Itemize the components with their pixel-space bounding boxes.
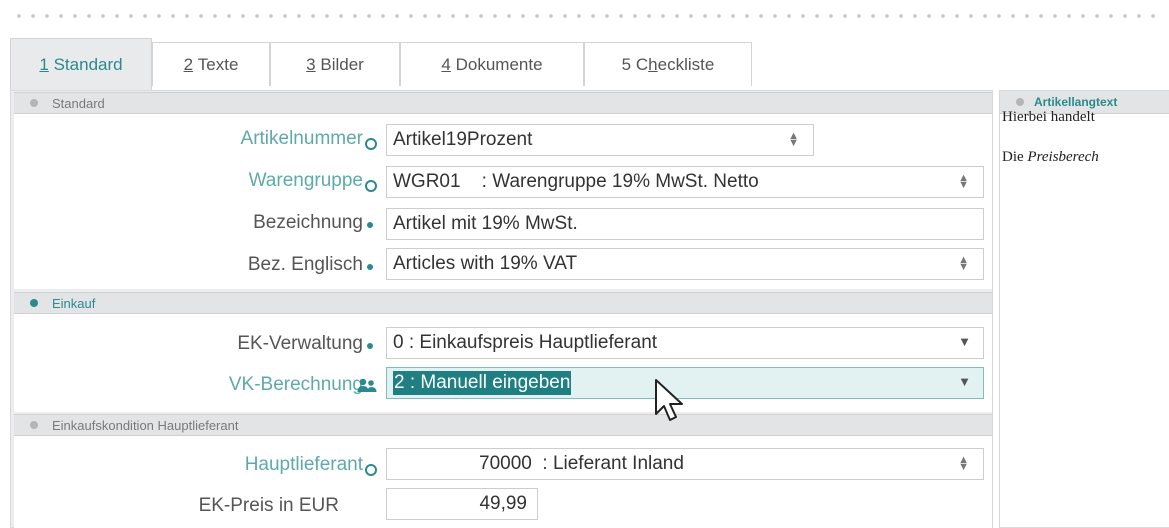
tab-standard[interactable]: 1 Standard — [10, 38, 152, 90]
ek-verwaltung-dropdown[interactable]: 0 : Einkaufspreis Hauptlieferant ▼ — [386, 327, 984, 359]
warengruppe-field[interactable]: WGR01 : Warengruppe 19% MwSt. Netto ▲ ▼ — [386, 166, 984, 198]
label-bezeichnung: Bezeichnung — [253, 212, 363, 233]
section-header-einkauf[interactable]: Einkauf — [14, 292, 992, 314]
long-text-line-1: Hierbei handelt — [1002, 109, 1095, 125]
caret-down-icon[interactable]: ▼ — [958, 374, 971, 389]
tab-texte[interactable]: 2 Texte — [152, 42, 270, 86]
collapse-dot-icon — [1016, 98, 1024, 106]
collapse-dot-icon — [30, 299, 38, 307]
spinner-icon[interactable]: ▲ ▼ — [958, 255, 969, 273]
section-header-standard[interactable]: Standard — [14, 92, 992, 114]
optional-ring-icon — [365, 464, 377, 476]
required-bullet-icon — [367, 343, 373, 349]
artikelnummer-field[interactable]: Artikel19Prozent ▲ ▼ — [386, 124, 814, 156]
label-ek-verwaltung: EK-Verwaltung — [237, 333, 363, 354]
ek-preis-field[interactable]: 49,99 — [386, 488, 538, 520]
collapse-dot-icon — [30, 421, 38, 429]
section-header-einkaufskondition[interactable]: Einkaufskondition Hauptlieferant — [14, 414, 992, 436]
bez-englisch-field[interactable]: Articles with 19% VAT ▲ ▼ — [386, 248, 984, 280]
users-icon — [357, 378, 377, 399]
mouse-cursor-icon — [654, 378, 690, 435]
hauptlieferant-field[interactable]: 70000 : Lieferant Inland ▲ ▼ — [386, 448, 984, 480]
tab-dokumente[interactable]: 4 Dokumente — [400, 42, 584, 86]
tab-checkliste[interactable]: 5 Ch eckliste — [584, 42, 752, 86]
caret-down-icon[interactable]: ▼ — [958, 334, 971, 349]
label-bez-englisch: Bez. Englisch — [247, 254, 363, 275]
required-bullet-icon — [367, 264, 373, 270]
tab-bilder[interactable]: 3 Bilder — [270, 42, 400, 86]
spinner-icon[interactable]: ▲ ▼ — [958, 455, 969, 473]
required-bullet-icon — [367, 222, 373, 228]
label-hauptlieferant: Hauptlieferant — [244, 454, 363, 475]
label-artikelnummer: Artikelnummer — [240, 128, 363, 149]
optional-ring-icon — [365, 180, 377, 192]
label-vk-berechnung: VK-Berechnung — [228, 374, 363, 395]
top-dotted-rule — [12, 14, 1162, 18]
long-text-line-2: Die Preisberech — [1002, 149, 1099, 165]
spinner-icon[interactable]: ▲ ▼ — [958, 173, 969, 191]
spinner-icon[interactable]: ▲ ▼ — [788, 131, 799, 149]
article-long-text-panel: Artikellangtext Hierbei handelt Die Prei… — [999, 90, 1169, 528]
label-warengruppe: Warengruppe — [248, 170, 363, 191]
optional-ring-icon — [365, 138, 377, 150]
collapse-dot-icon — [30, 99, 38, 107]
bezeichnung-field[interactable]: Artikel mit 19% MwSt. — [386, 208, 984, 240]
label-ek-preis: EK-Preis in EUR — [198, 495, 339, 516]
